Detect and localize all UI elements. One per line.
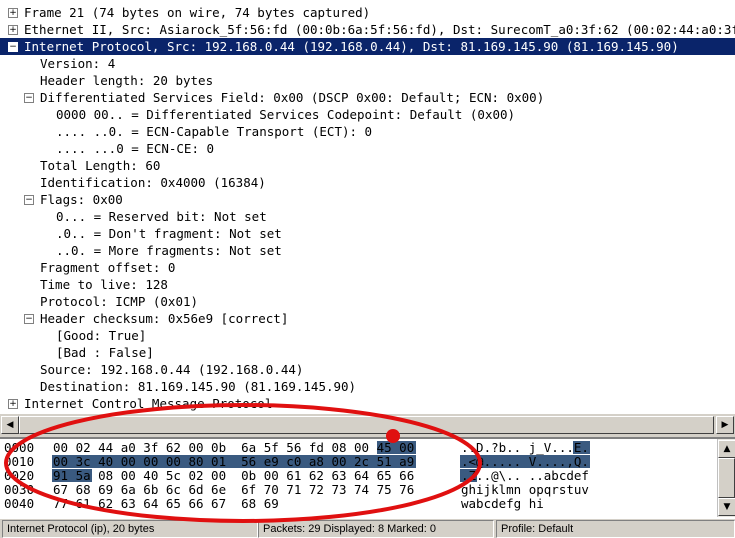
tree-row-label: Differentiated Services Field: 0x00 (DSC…	[40, 90, 545, 105]
hex-ascii[interactable]: ghijklmn opqrstuv	[461, 483, 589, 497]
tree-row[interactable]: Identification: 0x4000 (16384)	[0, 174, 735, 191]
hex-ascii[interactable]: .<@..... V....,Q.	[461, 455, 589, 469]
expand-icon[interactable]: +	[8, 25, 18, 35]
hex-bytes[interactable]: 00 02 44 a0 3f 62 00 0b 6a 5f 56 fd 08 0…	[53, 441, 414, 455]
tree-row[interactable]: + Internet Control Message Protocol	[0, 395, 735, 412]
packet-bytes-pane[interactable]: 0000 00 02 44 a0 3f 62 00 0b 6a 5f 56 fd …	[0, 437, 735, 519]
tree-row-label: Time to live: 128	[40, 277, 168, 292]
hex-bytes[interactable]: 77 61 62 63 64 65 66 67 68 69	[53, 497, 279, 511]
collapse-icon[interactable]: −	[24, 93, 34, 103]
tree-row-label: Header checksum: 0x56e9 [correct]	[40, 311, 289, 326]
expand-icon[interactable]: +	[8, 399, 18, 409]
tree-row-label: Fragment offset: 0	[40, 260, 176, 275]
tree-row[interactable]: − Flags: 0x00	[0, 191, 735, 208]
tree-row[interactable]: − Differentiated Services Field: 0x00 (DS…	[0, 89, 735, 106]
tree-row-label: ..0. = More fragments: Not set	[56, 243, 282, 258]
tree-row[interactable]: + Ethernet II, Src: Asiarock_5f:56:fd (00…	[0, 21, 735, 38]
tree-row[interactable]: Header length: 20 bytes	[0, 72, 735, 89]
hex-bytes[interactable]: 67 68 69 6a 6b 6c 6d 6e 6f 70 71 72 73 7…	[53, 483, 414, 497]
tree-row-label: Internet Control Message Protocol	[24, 396, 273, 411]
tree-row[interactable]: ..0. = More fragments: Not set	[0, 242, 735, 259]
tree-row[interactable]: + Frame 21 (74 bytes on wire, 74 bytes ca…	[0, 4, 735, 21]
hex-bytes[interactable]: 91 5a 08 00 40 5c 02 00 0b 00 61 62 63 6…	[53, 469, 414, 483]
vertical-scrollbar-thumb[interactable]	[718, 458, 735, 498]
tree-row[interactable]: [Good: True]	[0, 327, 735, 344]
status-bar: Internet Protocol (ip), 20 bytes Packets…	[0, 519, 735, 538]
tree-row-label: .... ...0 = ECN-CE: 0	[56, 141, 215, 156]
tree-row-label: Header length: 20 bytes	[40, 73, 214, 88]
tree-row[interactable]: − Header checksum: 0x56e9 [correct]	[0, 310, 735, 327]
horizontal-scrollbar[interactable]: ◀ ▶	[0, 413, 735, 434]
tree-row-label: Destination: 81.169.145.90 (81.169.145.9…	[40, 379, 357, 394]
tree-row-label: Source: 192.168.0.44 (192.168.0.44)	[40, 362, 304, 377]
tree-row-label: Total Length: 60	[40, 158, 161, 173]
tree-row-label: Protocol: ICMP (0x01)	[40, 294, 199, 309]
tree-row-label: Version: 4	[40, 56, 116, 71]
scroll-down-icon[interactable]: ▼	[718, 498, 735, 516]
hex-offset[interactable]: 0000	[4, 441, 34, 455]
tree-row[interactable]: .... ...0 = ECN-CE: 0	[0, 140, 735, 157]
hex-offset[interactable]: 0030	[4, 483, 34, 497]
tree-row-label: .0.. = Don't fragment: Not set	[56, 226, 282, 241]
tree-row[interactable]: Version: 4	[0, 55, 735, 72]
scroll-up-icon[interactable]: ▲	[718, 440, 735, 458]
tree-row[interactable]: − Internet Protocol, Src: 192.168.0.44 (1…	[0, 38, 735, 55]
hex-offset[interactable]: 0020	[4, 469, 34, 483]
tree-row[interactable]: Total Length: 60	[0, 157, 735, 174]
tree-row[interactable]: Destination: 81.169.145.90 (81.169.145.9…	[0, 378, 735, 395]
vertical-scrollbar[interactable]: ▲ ▼	[717, 439, 735, 517]
tree-row-label: [Bad : False]	[56, 345, 154, 360]
tree-row[interactable]: .... ..0. = ECN-Capable Transport (ECT):…	[0, 123, 735, 140]
scroll-right-icon[interactable]: ▶	[716, 416, 734, 434]
tree-row[interactable]: 0... = Reserved bit: Not set	[0, 208, 735, 225]
hex-bytes[interactable]: 00 3c 40 00 00 00 80 01 56 e9 c0 a8 00 2…	[53, 455, 414, 469]
status-packets: Packets: 29 Displayed: 8 Marked: 0	[258, 520, 494, 538]
hex-ascii[interactable]: wabcdefg hi	[461, 497, 544, 511]
tree-row-label: 0000 00.. = Differentiated Services Code…	[56, 107, 516, 122]
scrollbar-thumb[interactable]	[19, 416, 714, 434]
tree-row[interactable]: Fragment offset: 0	[0, 259, 735, 276]
collapse-icon[interactable]: −	[24, 195, 34, 205]
collapse-icon[interactable]: −	[8, 42, 18, 52]
status-field-info: Internet Protocol (ip), 20 bytes	[2, 520, 258, 538]
collapse-icon[interactable]: −	[24, 314, 34, 324]
tree-row[interactable]: [Bad : False]	[0, 344, 735, 361]
hex-offset[interactable]: 0040	[4, 497, 34, 511]
tree-row[interactable]: 0000 00.. = Differentiated Services Code…	[0, 106, 735, 123]
hex-ascii[interactable]: ..D.?b.. j_V...E.	[461, 441, 589, 455]
tree-row-label: Flags: 0x00	[40, 192, 123, 207]
tree-row[interactable]: Protocol: ICMP (0x01)	[0, 293, 735, 310]
packet-details-pane[interactable]: + Frame 21 (74 bytes on wire, 74 bytes ca…	[0, 0, 735, 414]
scroll-left-icon[interactable]: ◀	[1, 416, 19, 434]
tree-row-label: Frame 21 (74 bytes on wire, 74 bytes cap…	[24, 5, 371, 20]
tree-row[interactable]: Source: 192.168.0.44 (192.168.0.44)	[0, 361, 735, 378]
tree-row-label: [Good: True]	[56, 328, 147, 343]
tree-row-label: 0... = Reserved bit: Not set	[56, 209, 267, 224]
expand-icon[interactable]: +	[8, 8, 18, 18]
tree-row-label: .... ..0. = ECN-Capable Transport (ECT):…	[56, 124, 373, 139]
tree-row-label: Internet Protocol, Src: 192.168.0.44 (19…	[24, 39, 679, 54]
tree-row[interactable]: Time to live: 128	[0, 276, 735, 293]
status-profile[interactable]: Profile: Default	[496, 520, 735, 538]
tree-row[interactable]: .0.. = Don't fragment: Not set	[0, 225, 735, 242]
hex-ascii[interactable]: .Z..@\.. ..abcdef	[461, 469, 589, 483]
tree-row-label: Ethernet II, Src: Asiarock_5f:56:fd (00:…	[24, 22, 735, 37]
hex-offset[interactable]: 0010	[4, 455, 34, 469]
tree-row-label: Identification: 0x4000 (16384)	[40, 175, 266, 190]
